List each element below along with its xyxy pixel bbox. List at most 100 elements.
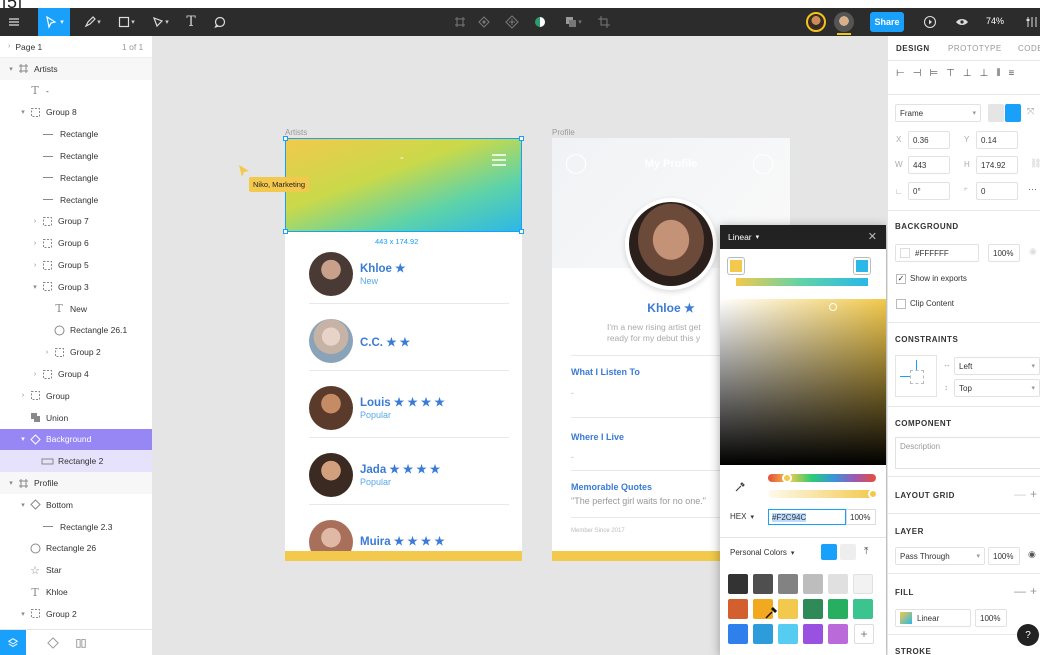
color-format-select[interactable]: HEX ▾ [730, 512, 754, 521]
color-swatch[interactable] [728, 624, 748, 644]
color-swatch[interactable] [778, 599, 798, 619]
settings-icon[interactable] [753, 154, 773, 174]
layer-row[interactable]: Rectangle 2.3 [0, 516, 152, 538]
text-tool-icon[interactable]: T [180, 8, 202, 36]
color-swatch[interactable] [803, 574, 823, 594]
blend-mode-select[interactable]: Pass Through ▾ [895, 547, 985, 565]
crop-icon[interactable] [594, 8, 614, 36]
more-options-icon[interactable]: ··· [1028, 184, 1037, 194]
layer-row[interactable]: ▾ Group 3 [0, 276, 152, 298]
color-swatch[interactable] [803, 624, 823, 644]
constraint-top-line[interactable] [916, 360, 917, 370]
component-icon[interactable] [474, 8, 494, 36]
layer-row[interactable]: › Group 4 [0, 363, 152, 385]
frame-selection-icon[interactable] [450, 8, 470, 36]
minus-icon[interactable]: — [1014, 487, 1026, 501]
distribute-v-icon[interactable]: ≡ [1009, 68, 1015, 82]
expand-chevron-icon[interactable]: ▾ [6, 479, 16, 487]
layer-row[interactable]: › Group 6 [0, 232, 152, 254]
color-swatch[interactable] [828, 574, 848, 594]
clip-content-checkbox[interactable] [896, 299, 906, 309]
expand-chevron-icon[interactable]: › [42, 349, 52, 356]
gradient-mode-select[interactable]: Linear [728, 232, 752, 242]
layer-row[interactable]: Rectangle 26.1 [0, 320, 152, 342]
resize-handle[interactable] [519, 229, 524, 234]
add-fill-icon[interactable]: + [1030, 584, 1037, 598]
distribute-icon[interactable]: ⫴ [996, 68, 1000, 82]
layers-tab-icon[interactable] [0, 630, 26, 655]
saturation-area[interactable] [720, 299, 886, 465]
horizontal-constraint-select[interactable]: Left ▾ [954, 357, 1040, 375]
help-icon[interactable]: ? [1017, 624, 1039, 646]
align-right-icon[interactable]: ⊨ [929, 68, 938, 82]
resize-handle[interactable] [283, 229, 288, 234]
constrain-proportions-icon[interactable]: ⛓ [1030, 158, 1040, 169]
expand-chevron-icon[interactable]: ▾ [18, 108, 28, 116]
add-layout-grid-icon[interactable]: + [1030, 487, 1037, 501]
upload-icon[interactable]: ⤒ [864, 546, 868, 557]
color-swatch[interactable] [753, 624, 773, 644]
visibility-eye-icon[interactable]: ◉ [1029, 246, 1037, 257]
align-top-icon[interactable]: ⊤ [946, 68, 955, 82]
view-eye-icon[interactable] [952, 8, 972, 36]
color-swatch[interactable] [778, 574, 798, 594]
expand-chevron-icon[interactable]: › [30, 371, 40, 378]
layer-row[interactable]: T Khloe [0, 581, 152, 603]
layer-visibility-icon[interactable]: ◉ [1028, 549, 1036, 560]
portrait-icon[interactable] [988, 104, 1004, 122]
constraint-left-line[interactable] [900, 376, 910, 377]
page-row[interactable]: › Page 1 1 of 1 [0, 36, 152, 58]
color-swatch[interactable] [728, 574, 748, 594]
h-input[interactable]: 174.92 [976, 156, 1018, 174]
gradient-bar[interactable] [736, 278, 868, 286]
instance-icon[interactable] [502, 8, 522, 36]
layer-row[interactable]: ☆ Star [0, 559, 152, 581]
color-swatch[interactable] [828, 599, 848, 619]
present-icon[interactable] [918, 8, 942, 36]
comment-tool-icon[interactable] [208, 8, 232, 36]
gradient-editor[interactable] [728, 258, 878, 290]
add-color-button[interactable]: + [854, 624, 874, 644]
layer-row[interactable]: Rectangle [0, 167, 152, 189]
profile-frame-label[interactable]: Profile [552, 128, 575, 137]
expand-chevron-icon[interactable]: ▾ [18, 501, 28, 509]
layer-row[interactable]: Rectangle [0, 123, 152, 145]
gradient-swatch[interactable] [900, 612, 912, 624]
vertical-constraint-select[interactable]: Top ▾ [954, 379, 1040, 397]
expand-chevron-icon[interactable]: ▾ [30, 283, 40, 291]
layer-row[interactable]: T- [0, 80, 152, 102]
align-left-icon[interactable]: ⊢ [896, 68, 905, 82]
color-swatch[interactable] [828, 624, 848, 644]
collaborator-avatar[interactable] [806, 12, 826, 32]
color-handle[interactable] [829, 303, 837, 311]
zoom-level[interactable]: 74% [986, 16, 1004, 26]
vector-tool-icon[interactable]: ▾ [146, 8, 174, 36]
artist-list-item[interactable]: Jada ★ ★ ★ ★ Popular [309, 447, 509, 507]
fill-type-input[interactable]: Linear [895, 609, 971, 627]
x-input[interactable]: 0.36 [908, 131, 950, 149]
layer-row[interactable]: T New [0, 298, 152, 320]
fill-opacity-input[interactable]: 100% [975, 609, 1007, 627]
layer-row[interactable]: ▾ Background [0, 428, 152, 451]
layer-row[interactable]: ▾ Artists [0, 58, 152, 80]
color-swatch[interactable] [900, 248, 910, 258]
expand-chevron-icon[interactable]: ▾ [6, 65, 16, 73]
hue-slider[interactable] [768, 473, 876, 483]
landscape-icon[interactable] [1005, 104, 1021, 122]
w-input[interactable]: 443 [908, 156, 950, 174]
gradient-stop-left[interactable] [728, 258, 744, 274]
grid-view-icon[interactable] [821, 544, 837, 560]
background-opacity-input[interactable]: 100% [988, 244, 1020, 262]
expand-chevron-icon[interactable]: › [30, 240, 40, 247]
align-bottom-icon[interactable]: ⊥ [980, 68, 989, 82]
artists-frame-label[interactable]: Artists [285, 128, 307, 137]
expand-chevron-icon[interactable]: › [30, 218, 40, 225]
color-swatch[interactable] [728, 599, 748, 619]
hamburger-menu-icon[interactable] [0, 8, 28, 36]
opacity-slider[interactable] [768, 489, 878, 499]
radius-input[interactable]: 0 [976, 182, 1018, 200]
move-tool-icon[interactable]: ▾ [38, 8, 70, 36]
layer-row[interactable]: › Group 5 [0, 254, 152, 276]
frame-type-select[interactable]: Frame ▾ [895, 104, 981, 122]
layer-row[interactable]: Rectangle [0, 145, 152, 167]
